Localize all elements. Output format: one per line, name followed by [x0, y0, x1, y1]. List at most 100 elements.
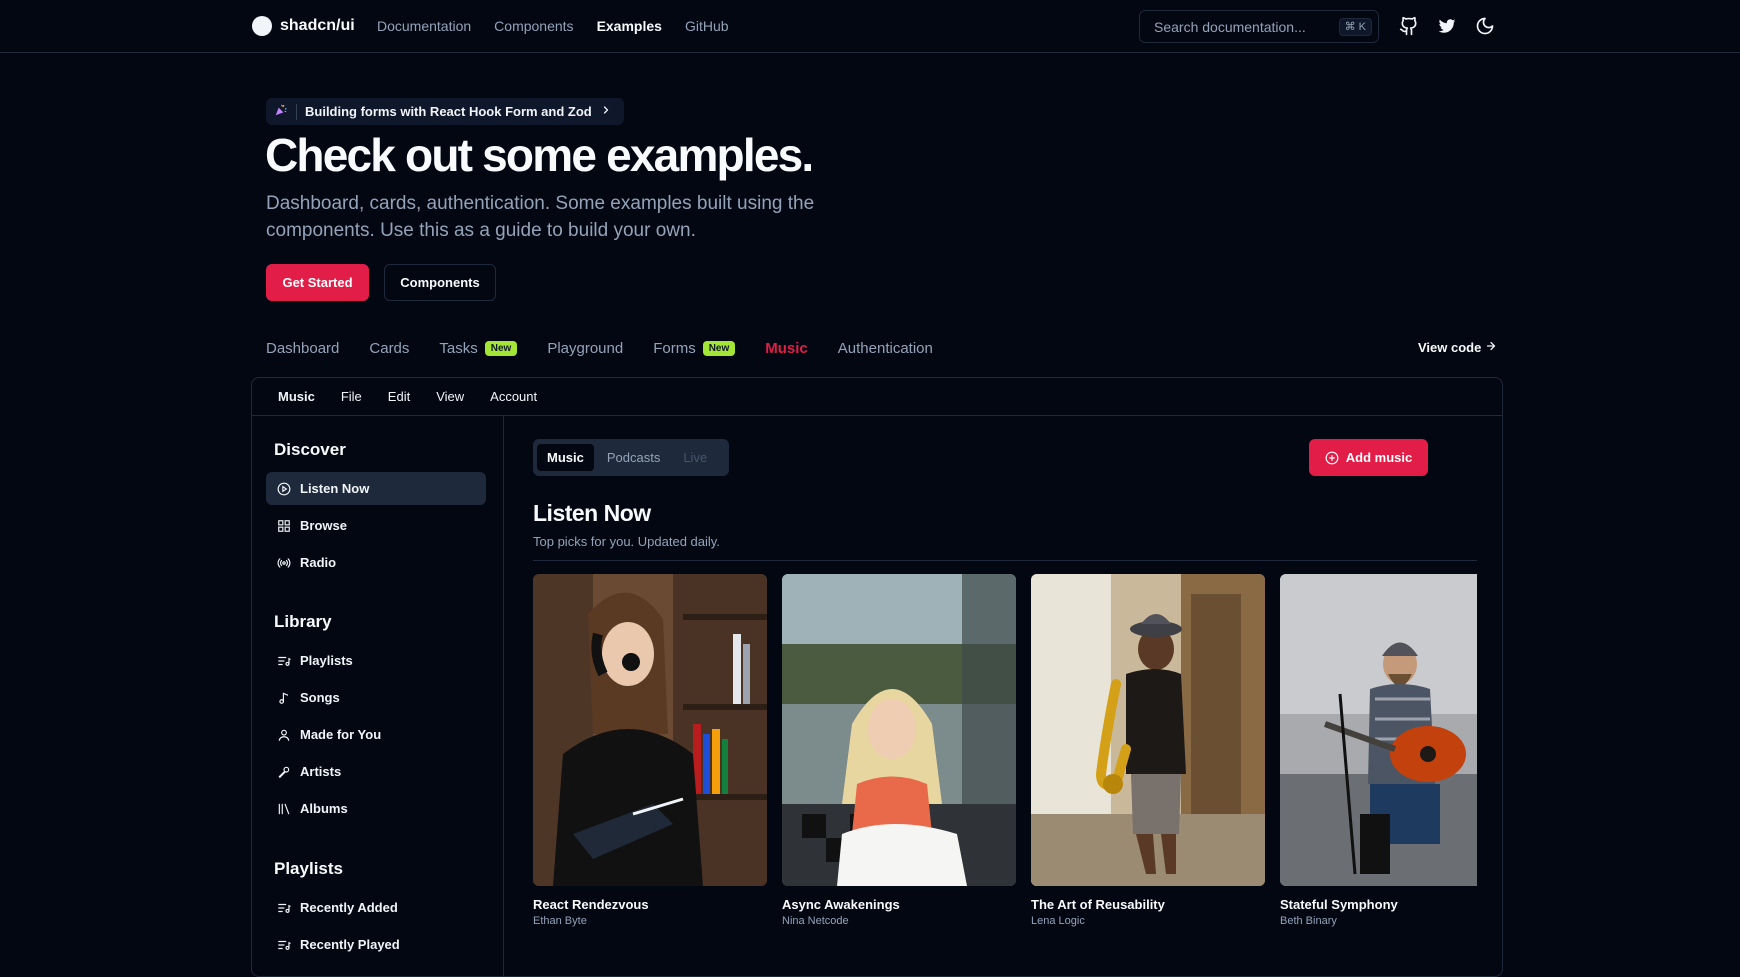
section-title: Listen Now [533, 500, 651, 526]
party-icon [274, 103, 288, 120]
nav-components[interactable]: Components [494, 18, 573, 34]
tab-podcasts[interactable]: Podcasts [597, 444, 670, 471]
search-input[interactable]: Search documentation... ⌘ K [1139, 10, 1379, 43]
album-cover-image[interactable] [1031, 574, 1265, 886]
tab-music[interactable]: Music [765, 340, 808, 357]
components-button[interactable]: Components [384, 264, 496, 301]
album-cover-image[interactable] [782, 574, 1016, 886]
page-title: Check out some examples. [265, 129, 814, 181]
list-music-icon [278, 903, 291, 913]
tab-label: Playground [547, 340, 624, 357]
tab-authentication[interactable]: Authentication [838, 340, 933, 357]
brand-logo[interactable]: shadcn/ui [252, 16, 355, 36]
menu-file[interactable]: File [341, 389, 362, 404]
announcement-pill[interactable]: Building forms with React Hook Form and … [266, 98, 624, 125]
sidebar-item-label: Recently Played [300, 937, 400, 952]
page-subtitle: Dashboard, cards, authentication. Some e… [266, 193, 815, 241]
media-type-tabs: Music Podcasts Live [533, 439, 729, 476]
sidebar-item-label: Songs [300, 690, 340, 705]
tab-label: Music [765, 340, 808, 357]
chevron-right-icon [600, 104, 612, 119]
sidebar-item-albums[interactable]: Albums [266, 792, 486, 825]
tab-label: Forms [653, 340, 696, 357]
menu-account[interactable]: Account [490, 389, 537, 404]
add-music-label: Add music [1345, 450, 1413, 465]
view-code-link[interactable]: View code [1418, 340, 1497, 355]
section-subtitle: Top picks for you. Updated daily. [533, 534, 720, 549]
user-icon [278, 729, 290, 741]
tab-forms[interactable]: Forms New [653, 340, 736, 357]
tab-music-media[interactable]: Music [537, 444, 594, 471]
sidebar-item-made-for-you[interactable]: Made for You [266, 718, 486, 751]
menu-view[interactable]: View [436, 389, 464, 404]
moon-icon[interactable] [1474, 15, 1496, 37]
album-card[interactable]: Stateful Symphony Beth Binary [1280, 574, 1477, 927]
main-content: Music Podcasts Live Add music Listen Now… [504, 416, 1502, 976]
sidebar-item-radio[interactable]: Radio [266, 546, 486, 579]
example-tabs: Dashboard Cards Tasks New Playground Form… [266, 340, 933, 357]
github-icon[interactable] [1398, 15, 1420, 37]
album-cover-image[interactable] [1280, 574, 1477, 886]
menu-music[interactable]: Music [278, 389, 315, 404]
album-artist: Beth Binary [1280, 915, 1337, 927]
twitter-icon[interactable] [1436, 15, 1458, 37]
top-navbar: shadcn/ui Documentation Components Examp… [0, 0, 1740, 53]
tab-cards[interactable]: Cards [369, 340, 409, 357]
tab-tasks[interactable]: Tasks New [439, 340, 518, 357]
plus-circle-icon [1325, 451, 1339, 464]
library-icon [278, 803, 290, 814]
sidebar-item-recently-added[interactable]: Recently Added [266, 891, 486, 924]
sidebar-item-label: Radio [300, 555, 337, 570]
album-artist: Nina Netcode [782, 915, 849, 927]
menubar: Music File Edit View Account [252, 378, 1502, 416]
album-artist: Lena Logic [1031, 915, 1085, 927]
album-list: React Rendezvous Ethan Byte Async Awaken… [533, 574, 1477, 974]
view-code-label: View code [1418, 340, 1482, 355]
sidebar-item-playlists[interactable]: Playlists [266, 644, 486, 677]
sidebar-item-songs[interactable]: Songs [266, 681, 486, 714]
sidebar-item-label: Artists [300, 764, 342, 779]
add-music-button[interactable]: Add music [1309, 439, 1428, 476]
sidebar-heading-library: Library [274, 612, 332, 631]
search-shortcut: ⌘ K [1338, 18, 1372, 36]
music-note-icon [279, 691, 289, 704]
tab-label: Cards [369, 340, 410, 357]
album-card[interactable]: The Art of Reusability Lena Logic [1031, 574, 1265, 927]
new-badge: New [702, 341, 736, 356]
nav-documentation[interactable]: Documentation [377, 18, 471, 34]
announcement-divider [296, 103, 297, 120]
grid-icon [278, 519, 290, 532]
sidebar-item-browse[interactable]: Browse [266, 509, 486, 542]
nav-examples[interactable]: Examples [597, 18, 662, 34]
album-card[interactable]: Async Awakenings Nina Netcode [782, 574, 1016, 927]
sidebar-heading-discover: Discover [274, 440, 346, 459]
nav-github[interactable]: GitHub [685, 18, 729, 34]
album-card[interactable]: React Rendezvous Ethan Byte [533, 574, 767, 927]
sidebar-item-listen-now[interactable]: Listen Now [266, 472, 486, 505]
tab-live[interactable]: Live [673, 444, 717, 471]
sidebar-heading-playlists: Playlists [274, 859, 343, 878]
get-started-button[interactable]: Get Started [266, 264, 369, 301]
menu-edit[interactable]: Edit [388, 389, 410, 404]
album-title: Stateful Symphony [1280, 897, 1398, 912]
search-placeholder: Search documentation... [1154, 19, 1306, 35]
new-badge: New [484, 341, 518, 356]
album-title: Async Awakenings [782, 897, 900, 912]
album-title: React Rendezvous [533, 897, 649, 912]
sidebar-item-label: Recently Added [300, 900, 398, 915]
sidebar-item-label: Albums [300, 801, 348, 816]
brand-name: shadcn/ui [280, 17, 355, 34]
album-cover-image[interactable] [533, 574, 767, 886]
album-artist: Ethan Byte [533, 915, 587, 927]
tab-dashboard[interactable]: Dashboard [266, 340, 339, 357]
section-divider [533, 560, 1477, 561]
list-music-icon [278, 656, 291, 666]
play-circle-icon [277, 482, 291, 495]
sidebar-item-artists[interactable]: Artists [266, 755, 486, 788]
music-app-frame: Music File Edit View Account Discover Li… [251, 377, 1503, 977]
sidebar: Discover Listen Now Browse Radio Library… [252, 416, 504, 976]
sidebar-item-recently-played[interactable]: Recently Played [266, 928, 486, 961]
logo-icon [252, 16, 272, 36]
tab-playground[interactable]: Playground [547, 340, 623, 357]
sidebar-item-label: Browse [300, 518, 347, 533]
